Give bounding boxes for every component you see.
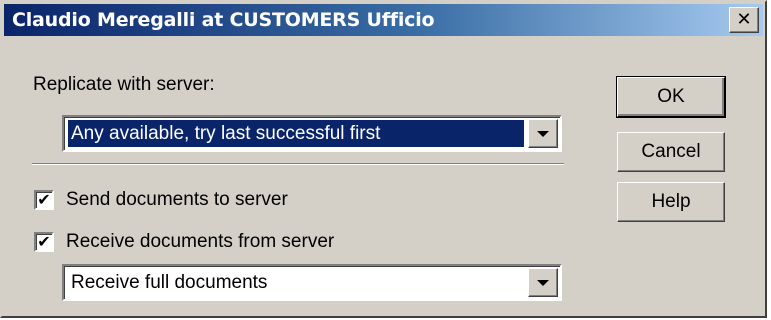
send-documents-checkbox[interactable]: ✔	[34, 190, 54, 210]
window-title: Claudio Meregalli at CUSTOMERS Ufficio	[12, 9, 435, 31]
receive-documents-checkbox[interactable]: ✔	[34, 232, 54, 252]
separator	[32, 163, 564, 165]
replicate-server-value: Any available, try last successful first	[67, 119, 525, 148]
chevron-down-icon	[537, 130, 549, 137]
dialog-window: Claudio Meregalli at CUSTOMERS Ufficio ✕…	[0, 0, 767, 318]
receive-documents-row[interactable]: ✔ Receive documents from server	[34, 231, 334, 253]
checkmark-icon: ✔	[37, 232, 51, 251]
title-bar[interactable]: Claudio Meregalli at CUSTOMERS Ufficio ✕	[4, 4, 763, 36]
help-button[interactable]: Help	[617, 182, 725, 222]
dropdown-arrow-button[interactable]	[528, 268, 558, 297]
receive-documents-label: Receive documents from server	[66, 231, 335, 252]
replicate-label: Replicate with server:	[33, 74, 215, 95]
checkmark-icon: ✔	[37, 190, 51, 209]
replicate-server-dropdown[interactable]: Any available, try last successful first	[62, 115, 562, 152]
close-button[interactable]: ✕	[729, 7, 759, 33]
cancel-button[interactable]: Cancel	[617, 132, 725, 172]
send-documents-label: Send documents to server	[66, 189, 288, 210]
dropdown-arrow-button[interactable]	[528, 119, 558, 148]
send-documents-row[interactable]: ✔ Send documents to server	[34, 189, 288, 211]
ok-button[interactable]: OK	[616, 76, 726, 118]
chevron-down-icon	[537, 279, 549, 286]
close-icon: ✕	[736, 9, 752, 30]
receive-mode-dropdown[interactable]: Receive full documents	[62, 264, 562, 301]
receive-mode-value: Receive full documents	[71, 271, 268, 293]
